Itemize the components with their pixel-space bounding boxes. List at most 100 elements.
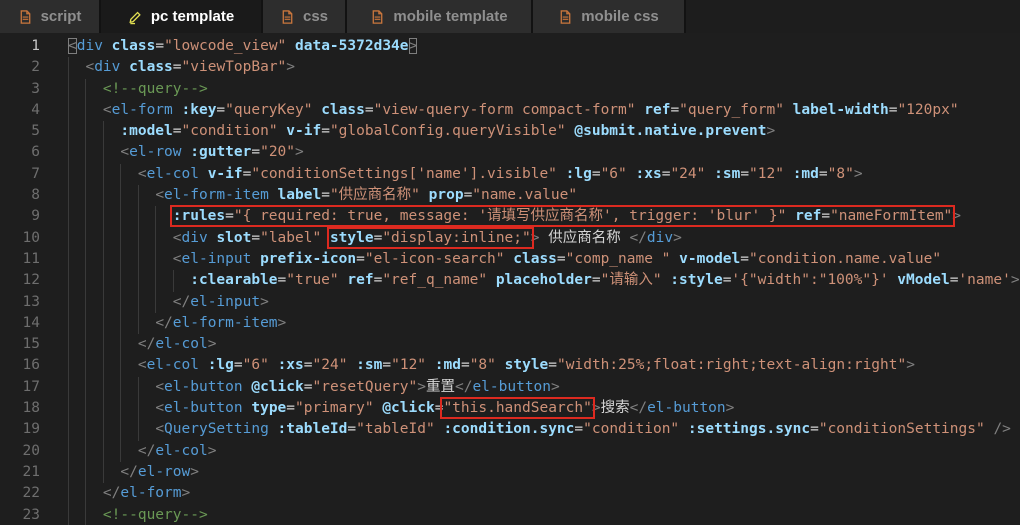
line-content: </el-form> bbox=[68, 483, 1020, 504]
code-token: placeholder bbox=[496, 272, 592, 288]
code-token: ref bbox=[644, 102, 670, 118]
indent-guide bbox=[85, 164, 86, 185]
code-token: el-form-item bbox=[173, 315, 278, 331]
tab-pc-template[interactable]: pc template bbox=[101, 0, 263, 33]
code-token: "globalConfig.queryVisible" bbox=[330, 123, 566, 139]
code-line: 23 <!--query--> bbox=[0, 505, 1020, 525]
code-token: :key bbox=[182, 102, 217, 118]
indent-guide bbox=[103, 419, 104, 440]
code-token bbox=[173, 102, 182, 118]
code-token bbox=[786, 208, 795, 224]
code-token: = bbox=[461, 357, 470, 373]
code-token: el-form bbox=[112, 102, 173, 118]
code-token: "tableId" bbox=[356, 421, 435, 437]
code-token: :gutter bbox=[190, 144, 251, 160]
code-token bbox=[251, 251, 260, 267]
indent-guide bbox=[103, 185, 104, 206]
code-token: el-input bbox=[182, 251, 252, 267]
indent-guide bbox=[155, 228, 156, 249]
line-content: </el-col> bbox=[68, 441, 1020, 462]
indent-guide bbox=[120, 292, 121, 313]
code-editor[interactable]: 1<div class="lowcode_view" data-5372d34e… bbox=[0, 33, 1020, 525]
code-token: 搜索 bbox=[601, 400, 630, 416]
code-token: </ bbox=[630, 400, 647, 416]
code-token: = bbox=[819, 166, 828, 182]
editor-tab-bar: script pc template css mobile template m… bbox=[0, 0, 1020, 33]
indent-guide bbox=[68, 249, 69, 270]
line-content: <el-form :key="queryKey" class="view-que… bbox=[68, 100, 1020, 121]
code-text: <div class="viewTopBar"> bbox=[68, 59, 295, 75]
code-token: prefix-icon bbox=[260, 251, 356, 267]
tab-label: mobile template bbox=[393, 8, 507, 25]
line-content: :model="condition" v-if="globalConfig.qu… bbox=[68, 121, 1020, 142]
code-line: 19 <QuerySetting :tableId="tableId" :con… bbox=[0, 419, 1020, 440]
code-token: = bbox=[304, 357, 313, 373]
code-token: "label" bbox=[260, 230, 321, 246]
indent-guide bbox=[138, 228, 139, 249]
code-token bbox=[269, 421, 278, 437]
indent-guide bbox=[138, 377, 139, 398]
code-token: = bbox=[574, 421, 583, 437]
indent-guide bbox=[103, 206, 104, 227]
code-token: label-width bbox=[793, 102, 889, 118]
code-token bbox=[889, 272, 898, 288]
code-token: :model bbox=[120, 123, 172, 139]
code-token bbox=[269, 187, 278, 203]
file-icon bbox=[280, 9, 295, 25]
code-text: <el-button type="primary" @click="this.h… bbox=[68, 400, 734, 416]
code-token: v-model bbox=[679, 251, 740, 267]
code-token: > bbox=[286, 59, 295, 75]
line-content: </el-input> bbox=[68, 292, 1020, 313]
code-token: = bbox=[592, 272, 601, 288]
code-token: < bbox=[173, 230, 182, 246]
code-token: < bbox=[155, 421, 164, 437]
indent-guide bbox=[85, 483, 86, 504]
code-token: > bbox=[278, 315, 287, 331]
code-token bbox=[487, 272, 496, 288]
code-text: </el-input> bbox=[68, 294, 269, 310]
code-token: > bbox=[854, 166, 863, 182]
code-token: > bbox=[295, 144, 304, 160]
code-token: < bbox=[138, 357, 147, 373]
code-token: "comp_name " bbox=[566, 251, 671, 267]
code-token: :style bbox=[670, 272, 722, 288]
indent-guide bbox=[103, 249, 104, 270]
code-token: </ bbox=[138, 336, 155, 352]
tab-css[interactable]: css bbox=[263, 0, 347, 33]
code-token: el-button bbox=[164, 400, 243, 416]
line-number: 7 bbox=[0, 164, 40, 185]
code-token: "true" bbox=[286, 272, 338, 288]
code-line: 13 </el-input> bbox=[0, 292, 1020, 313]
line-number: 10 bbox=[0, 228, 40, 249]
indent-guide bbox=[120, 419, 121, 440]
code-token: "12" bbox=[391, 357, 426, 373]
code-token: </ bbox=[138, 443, 155, 459]
indent-guide bbox=[85, 355, 86, 376]
tab-mobile-css[interactable]: mobile css bbox=[533, 0, 686, 33]
line-content: </el-row> bbox=[68, 462, 1020, 483]
code-token: "ref_q_name" bbox=[382, 272, 487, 288]
tab-mobile-template[interactable]: mobile template bbox=[347, 0, 533, 33]
line-content: </el-col> bbox=[68, 334, 1020, 355]
file-icon bbox=[370, 9, 385, 25]
indent-guide bbox=[85, 228, 86, 249]
code-token: "condition" bbox=[182, 123, 278, 139]
line-number: 17 bbox=[0, 377, 40, 398]
code-line: 5 :model="condition" v-if="globalConfig.… bbox=[0, 121, 1020, 142]
indent-guide bbox=[68, 228, 69, 249]
file-icon bbox=[18, 9, 33, 25]
indent-guide bbox=[85, 121, 86, 142]
code-line: 2 <div class="viewTopBar"> bbox=[0, 57, 1020, 78]
code-token: </ bbox=[155, 315, 172, 331]
code-token: style bbox=[330, 230, 374, 246]
code-token: QuerySetting bbox=[164, 421, 269, 437]
line-number: 11 bbox=[0, 249, 40, 270]
code-text: <!--query--> bbox=[68, 507, 208, 523]
indent-guide bbox=[68, 462, 69, 483]
code-token: data-5372d34e bbox=[295, 38, 409, 54]
code-token: </ bbox=[173, 294, 190, 310]
tab-script[interactable]: script bbox=[0, 0, 101, 33]
indent-guide bbox=[68, 441, 69, 462]
line-content: <el-form-item label="供应商名称" prop="name.v… bbox=[68, 185, 1020, 206]
indent-guide bbox=[155, 206, 156, 227]
